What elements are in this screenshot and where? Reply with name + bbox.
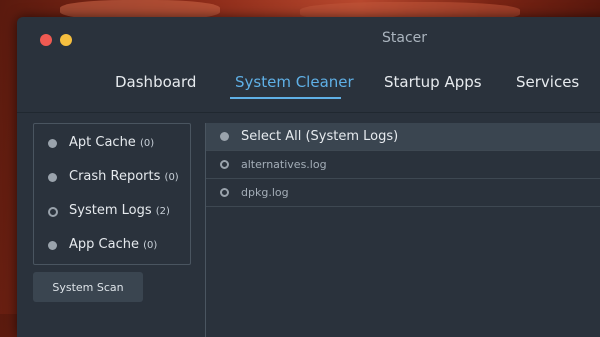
select-all-label: Select All (System Logs) [241, 129, 399, 144]
tab-services[interactable]: Services [516, 73, 579, 91]
radio-icon[interactable] [220, 132, 229, 141]
file-name: dpkg.log [241, 186, 289, 199]
app-window: Stacer Dashboard System Cleaner Startup … [17, 17, 600, 337]
select-all-row[interactable]: Select All (System Logs) [206, 123, 600, 151]
category-label: System Logs (2) [69, 203, 170, 218]
radio-icon[interactable] [48, 173, 57, 182]
category-label: App Cache (0) [69, 237, 158, 252]
file-list: Select All (System Logs) alternatives.lo… [205, 123, 600, 337]
file-row[interactable]: alternatives.log [206, 151, 600, 179]
main-nav: Dashboard System Cleaner Startup Apps Se… [17, 69, 600, 111]
category-apt-cache[interactable]: Apt Cache (0) [34, 126, 190, 160]
close-window-button[interactable] [40, 34, 52, 46]
tab-startup-apps[interactable]: Startup Apps [384, 73, 482, 91]
radio-selected-icon[interactable] [220, 188, 229, 197]
tab-system-cleaner[interactable]: System Cleaner [235, 73, 354, 91]
category-label: Crash Reports (0) [69, 169, 179, 184]
titlebar: Stacer [17, 17, 600, 63]
nav-divider [17, 112, 600, 113]
category-crash-reports[interactable]: Crash Reports (0) [34, 160, 190, 194]
file-name: alternatives.log [241, 158, 327, 171]
system-scan-button[interactable]: System Scan [33, 272, 143, 302]
radio-icon[interactable] [48, 139, 57, 148]
radio-selected-icon[interactable] [48, 207, 58, 217]
window-title: Stacer [382, 30, 428, 46]
radio-icon[interactable] [48, 241, 57, 250]
radio-selected-icon[interactable] [220, 160, 229, 169]
category-label: Apt Cache (0) [69, 135, 155, 150]
category-app-cache[interactable]: App Cache (0) [34, 228, 190, 262]
category-list: Apt Cache (0) Crash Reports (0) System L… [33, 123, 191, 265]
category-system-logs[interactable]: System Logs (2) [34, 194, 190, 228]
tab-dashboard[interactable]: Dashboard [115, 73, 196, 91]
file-row[interactable]: dpkg.log [206, 179, 600, 207]
minimize-window-button[interactable] [60, 34, 72, 46]
active-tab-indicator [230, 97, 341, 99]
